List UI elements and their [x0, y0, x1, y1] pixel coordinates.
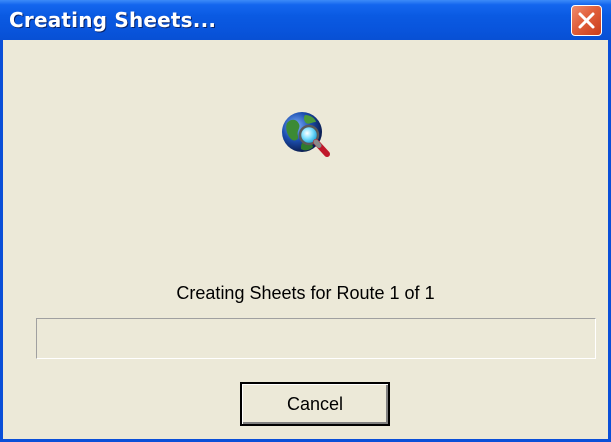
- cancel-button[interactable]: Cancel: [240, 382, 390, 426]
- status-message: Creating Sheets for Route 1 of 1: [176, 283, 435, 303]
- title-bar[interactable]: Creating Sheets...: [0, 0, 611, 40]
- window-title: Creating Sheets...: [9, 8, 217, 32]
- close-icon: [578, 12, 595, 29]
- close-button[interactable]: [571, 5, 602, 36]
- progress-dialog: Creating Sheets... Creating Sheets for R…: [0, 0, 611, 442]
- globe-search-icon: [279, 109, 333, 163]
- progress-bar: [36, 318, 596, 359]
